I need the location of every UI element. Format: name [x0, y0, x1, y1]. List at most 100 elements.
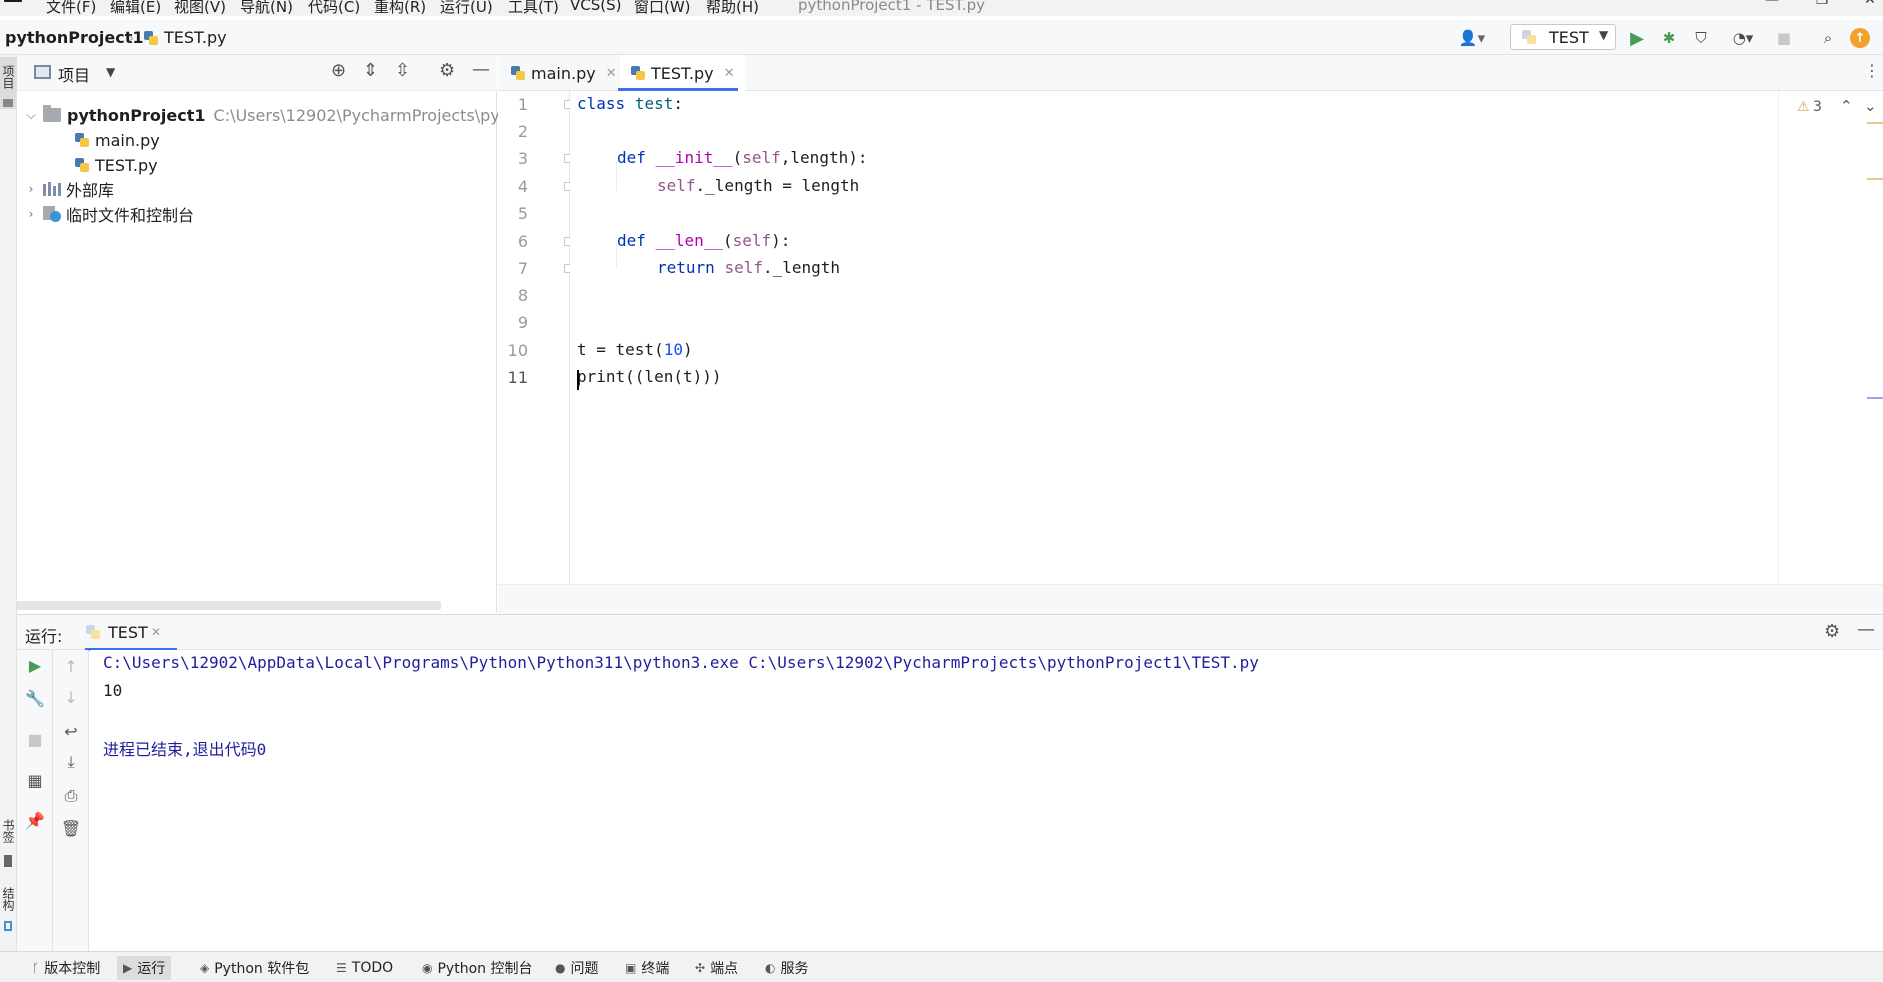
tab-test-py[interactable]: TEST.py ✕	[620, 55, 745, 91]
run-icon[interactable]: ▶	[1627, 28, 1647, 49]
gear-icon[interactable]: ⚙	[439, 60, 455, 81]
folder-icon	[3, 99, 13, 107]
coverage-icon[interactable]: ⛉	[1691, 28, 1711, 48]
warning-marker[interactable]	[1867, 122, 1883, 124]
tree-item-label: 外部库	[66, 181, 115, 200]
menu-vcs[interactable]: VCS(S)	[570, 0, 621, 14]
debug-icon[interactable]: ✱	[1659, 28, 1679, 48]
close-window-icon[interactable]: ✕	[1850, 0, 1883, 8]
toolwindow-run[interactable]: ▶ 运行	[117, 956, 172, 980]
run-tab-label[interactable]: TEST	[108, 623, 148, 642]
minimize-icon[interactable]: —	[1752, 0, 1792, 8]
close-tab-icon[interactable]: ✕	[606, 66, 617, 81]
code-editor[interactable]: class test: def __init__(self,length): s…	[570, 91, 1778, 584]
toolwindow-python-console[interactable]: ◉ Python 控制台	[416, 956, 538, 980]
horizontal-scrollbar[interactable]	[17, 601, 441, 610]
menu-edit[interactable]: 编辑(E)	[110, 0, 161, 17]
locate-icon[interactable]: ⊕	[331, 60, 346, 81]
line-number: 8	[517, 286, 528, 305]
toolwindow-todo[interactable]: ☰ TODO	[330, 956, 399, 980]
pin-icon[interactable]: 📌	[25, 810, 45, 830]
layout-icon[interactable]: ▦	[25, 770, 45, 790]
menu-file[interactable]: 文件(F)	[46, 0, 96, 17]
hide-panel-icon[interactable]: —	[472, 59, 490, 80]
tree-item-project-root[interactable]: ⌵ pythonProject1 C:\Users\12902\PycharmP…	[23, 103, 546, 127]
menu-view[interactable]: 视图(V)	[174, 0, 226, 17]
text-caret	[577, 370, 579, 390]
more-tabs-icon[interactable]: ⋮	[1864, 61, 1880, 80]
soft-wrap-icon[interactable]: ↩	[61, 721, 81, 741]
project-panel-header: 项目 ▼ ⊕ ⇕ ⇳ ⚙ —	[17, 55, 497, 91]
python-file-icon	[143, 30, 159, 46]
run-config-select[interactable]: TEST ▼	[1510, 24, 1616, 50]
toolwindow-services[interactable]: ◐ 服务	[759, 956, 814, 980]
console-command-line: C:\Users\12902\AppData\Local\Programs\Py…	[103, 653, 1259, 672]
profile-icon[interactable]: ◔▾	[1723, 28, 1763, 48]
toolwindow-terminal[interactable]: ▣ 终端	[619, 956, 675, 980]
down-arrow-icon[interactable]: ↓	[61, 687, 81, 707]
run-config-label: TEST	[1549, 28, 1589, 47]
run-panel-label: 运行:	[25, 627, 63, 646]
menu-tools[interactable]: 工具(T)	[508, 0, 559, 17]
warning-marker[interactable]	[1867, 178, 1883, 180]
next-highlight-icon[interactable]: ⌄	[1864, 97, 1877, 115]
line-number: 7	[517, 259, 528, 278]
toolwindow-problems[interactable]: ● 问题	[549, 956, 604, 980]
restore-icon[interactable]: ❐	[1802, 0, 1842, 8]
console-output[interactable]: C:\Users\12902\AppData\Local\Programs\Py…	[90, 650, 1883, 951]
breadcrumb-file[interactable]: TEST.py	[143, 28, 227, 47]
warning-count[interactable]: 3	[1813, 99, 1822, 115]
tree-item-scratches[interactable]: › 临时文件和控制台	[23, 202, 194, 226]
chevron-down-icon[interactable]: ▼	[106, 65, 115, 79]
tree-item-main-py[interactable]: main.py	[74, 128, 160, 152]
warning-marker[interactable]	[1867, 397, 1883, 399]
menu-window[interactable]: 窗口(W)	[634, 0, 691, 17]
tree-item-test-py[interactable]: TEST.py	[74, 153, 158, 177]
chevron-down-icon[interactable]: ⌵	[23, 108, 39, 123]
tab-label: main.py	[531, 63, 596, 83]
close-tab-icon[interactable]: ✕	[724, 66, 735, 81]
rerun-icon[interactable]: ▶	[25, 655, 45, 675]
breadcrumb-project[interactable]: pythonProject1	[5, 28, 144, 47]
line-number-current: 11	[507, 368, 528, 387]
close-tab-icon[interactable]: ✕	[151, 625, 161, 639]
menu-refactor[interactable]: 重构(R)	[374, 0, 426, 17]
menu-navigate[interactable]: 导航(N)	[240, 0, 293, 17]
stop-icon[interactable]: ■	[25, 729, 45, 749]
bookmarks-strip-label[interactable]: 书签	[0, 819, 17, 843]
problems-icon: ●	[555, 961, 566, 975]
tab-main-py[interactable]: main.py ✕	[500, 55, 627, 91]
stop-icon[interactable]: ■	[1774, 28, 1794, 48]
structure-strip-label[interactable]: 结构	[0, 887, 17, 911]
menu-help[interactable]: 帮助(H)	[706, 0, 759, 17]
menu-run[interactable]: 运行(U)	[440, 0, 493, 17]
menu-code[interactable]: 代码(C)	[308, 0, 360, 17]
expand-all-icon[interactable]: ⇕	[363, 60, 378, 81]
editor-gutter: 1 2 3 4 5 6 7 8 9 10 11	[498, 91, 573, 584]
breadcrumb-separator-icon: ›	[128, 28, 135, 47]
project-view-title[interactable]: 项目	[58, 62, 90, 86]
toolwindow-endpoints[interactable]: ✣ 端点	[689, 956, 744, 980]
trash-icon[interactable]: 🗑	[61, 818, 81, 838]
wrench-icon[interactable]: 🔧	[25, 688, 45, 708]
chevron-right-icon[interactable]: ›	[23, 207, 39, 221]
collapse-all-icon[interactable]: ⇳	[395, 60, 410, 81]
toolwindow-python-packages[interactable]: ◈ Python 软件包	[194, 956, 315, 980]
prev-highlight-icon[interactable]: ⌃	[1840, 97, 1853, 115]
hide-panel-icon[interactable]: —	[1857, 619, 1875, 640]
search-icon[interactable]: ⌕	[1818, 28, 1838, 48]
update-icon[interactable]: ↑	[1850, 28, 1870, 48]
warning-icon[interactable]: ⚠	[1797, 99, 1810, 115]
scratch-icon	[43, 206, 61, 222]
toolwindow-version-control[interactable]: ᚴ 版本控制	[26, 956, 106, 980]
vcs-user-icon[interactable]: 👤▾	[1456, 28, 1488, 48]
chevron-right-icon[interactable]: ›	[23, 182, 39, 196]
tree-item-external-libraries[interactable]: › 外部库	[23, 177, 114, 201]
gear-icon[interactable]: ⚙	[1824, 621, 1840, 642]
up-arrow-icon[interactable]: ↑	[61, 656, 81, 676]
endpoints-icon: ✣	[695, 961, 706, 975]
scroll-to-end-icon[interactable]: ⤓	[61, 752, 81, 772]
python-file-icon	[630, 65, 646, 81]
console-exit-line: 进程已结束,退出代码0	[103, 740, 267, 759]
print-icon[interactable]: ⎙	[61, 786, 81, 806]
